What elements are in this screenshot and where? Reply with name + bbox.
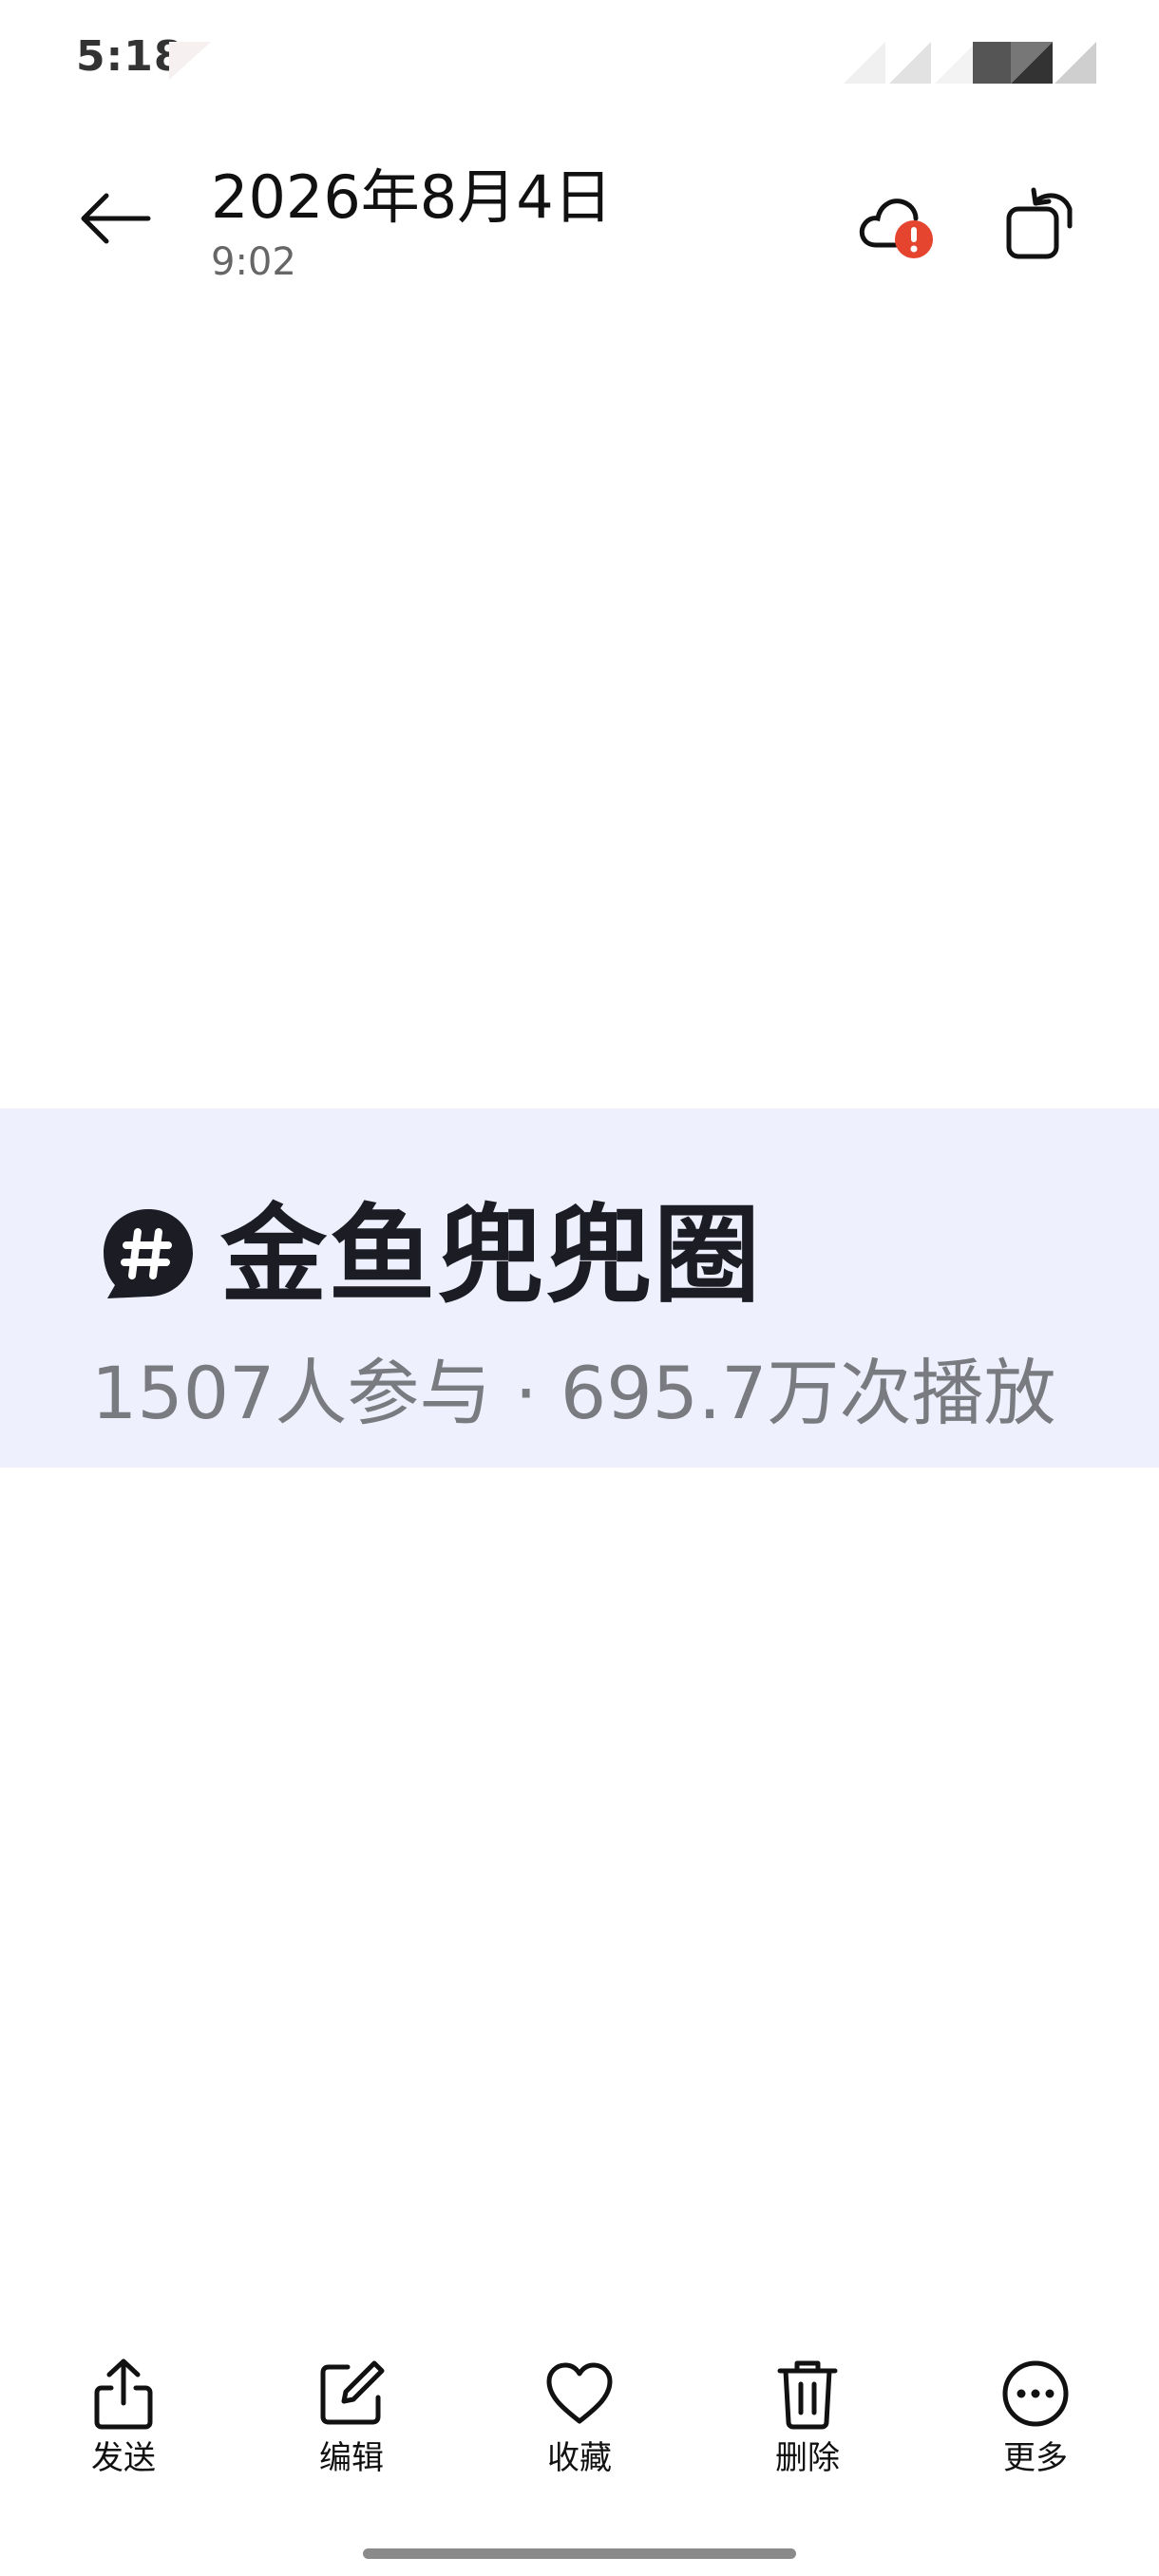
page-title: 2026年8月4日 xyxy=(211,162,613,232)
cloud-sync-error-icon xyxy=(859,199,933,258)
send-label: 发送 xyxy=(91,2439,156,2477)
header: 2026年8月4日 9:02 xyxy=(0,142,1159,313)
rotate-icon xyxy=(1006,187,1073,259)
title-block: 2026年8月4日 9:02 xyxy=(211,161,613,287)
status-time: 5:18 xyxy=(76,32,184,81)
topic-title: 金鱼兜兜圈 xyxy=(220,1194,762,1317)
edit-label: 编辑 xyxy=(319,2439,384,2477)
more-icon xyxy=(1002,2360,1069,2427)
photo-image[interactable]: 金鱼兜兜圈 1507人参与 · 695.7万次播放 xyxy=(0,1108,1159,1468)
more-label: 更多 xyxy=(1003,2439,1068,2477)
hashtag-bubble-icon xyxy=(104,1209,193,1298)
favorite-button[interactable]: 收藏 xyxy=(504,2356,656,2498)
delete-button[interactable]: 删除 xyxy=(732,2356,884,2498)
edit-icon xyxy=(320,2360,385,2425)
topic-stats: 1507人参与 · 695.7万次播放 xyxy=(91,1351,1056,1435)
notification-icon xyxy=(169,42,211,80)
share-icon xyxy=(94,2358,153,2430)
edit-button[interactable]: 编辑 xyxy=(276,2356,428,2498)
trash-icon xyxy=(777,2360,838,2430)
more-button[interactable]: 更多 xyxy=(960,2356,1112,2498)
bottom-toolbar: 发送 编辑 收藏 删除 更多 xyxy=(0,2356,1159,2508)
page-subtitle: 9:02 xyxy=(211,240,296,284)
send-button[interactable]: 发送 xyxy=(48,2356,200,2498)
back-button[interactable] xyxy=(68,180,163,256)
status-bar: 5:18 xyxy=(0,0,1159,114)
cloud-sync-button[interactable] xyxy=(855,186,940,262)
heart-icon xyxy=(546,2362,613,2424)
rotate-button[interactable] xyxy=(998,180,1083,266)
signal-icons xyxy=(844,42,1096,84)
favorite-label: 收藏 xyxy=(547,2439,612,2477)
delete-label: 删除 xyxy=(775,2439,840,2477)
home-indicator[interactable] xyxy=(363,2548,796,2559)
arrow-left-icon xyxy=(81,193,151,244)
